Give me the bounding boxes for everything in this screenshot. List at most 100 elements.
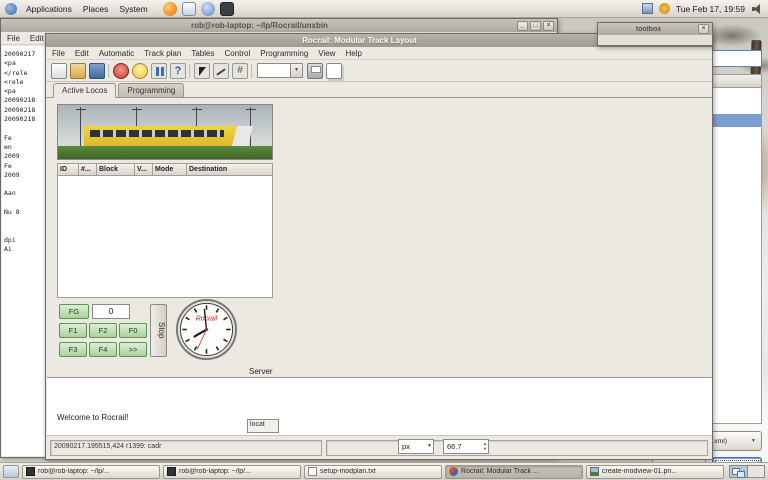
column-header[interactable]: ID xyxy=(57,163,79,176)
status-cell xyxy=(326,440,708,456)
function-button[interactable]: >> xyxy=(119,342,147,357)
tab[interactable]: Active Locos xyxy=(53,83,116,98)
column-header[interactable]: V... xyxy=(135,163,153,176)
bottom-taskbar: rob@rob-laptop: ~/lp/... rob@rob-laptop:… xyxy=(0,462,768,480)
tab-label: Programming xyxy=(127,86,175,95)
terminal-launcher-icon[interactable] xyxy=(220,2,234,16)
workspace-1[interactable] xyxy=(730,466,747,477)
taskbar-item-label: rob@rob-laptop: ~/lp/... xyxy=(38,468,110,475)
function-button[interactable]: F3 xyxy=(59,342,87,357)
taskbar-item[interactable]: setup-modplan.txt xyxy=(304,465,442,479)
maximize-icon[interactable]: □ xyxy=(530,21,541,31)
pause-icon[interactable] xyxy=(151,63,167,79)
network-icon[interactable] xyxy=(642,3,653,14)
notification-icon[interactable] xyxy=(659,3,670,14)
panel-launchers xyxy=(163,2,234,16)
clock-brand-text: Rocrail xyxy=(196,316,218,323)
chevron-down-icon: ▼ xyxy=(751,438,756,444)
rocrail-menubar: File Edit Automatic Track plan Tables Control… xyxy=(46,47,712,60)
panel-tray: Tue Feb 17, 19:59 xyxy=(642,3,763,15)
zoom-field[interactable]: 66.7 ▲▼ xyxy=(443,439,489,454)
copy-icon[interactable] xyxy=(326,63,342,79)
unit-combobox[interactable]: px ▼ xyxy=(398,439,434,454)
show-desktop-icon[interactable] xyxy=(3,465,19,478)
panel-menu[interactable]: Applications xyxy=(26,4,72,14)
column-header[interactable]: Destination xyxy=(187,163,273,176)
function-button[interactable]: F4 xyxy=(89,342,117,357)
column-header[interactable]: Mode xyxy=(153,163,187,176)
close-icon[interactable]: × xyxy=(698,24,709,34)
menu-item[interactable]: File xyxy=(7,34,20,43)
grid-icon[interactable] xyxy=(232,63,248,79)
volume-icon[interactable] xyxy=(751,3,763,15)
rocrail-icon xyxy=(449,467,458,476)
help-icon[interactable] xyxy=(201,2,215,16)
menu-item[interactable]: Automatic xyxy=(99,49,135,58)
zoom-combobox[interactable]: ▼ xyxy=(257,63,303,78)
server-log-area[interactable]: Welcome to Rocrail! xyxy=(47,377,712,436)
loco-table-body[interactable] xyxy=(57,176,273,298)
function-button[interactable]: F1 xyxy=(59,323,87,338)
taskbar-item[interactable]: rob@rob-laptop: ~/lp/... xyxy=(22,465,160,479)
function-button[interactable]: F0 xyxy=(119,323,147,338)
welcome-message: Welcome to Rocrail! xyxy=(57,413,128,422)
taskbar-item[interactable]: create-modview-01.pn... xyxy=(586,465,724,479)
firefox-icon[interactable] xyxy=(163,2,177,16)
close-icon[interactable]: × xyxy=(543,21,554,31)
toolbar-group xyxy=(307,63,342,79)
new-icon[interactable] xyxy=(51,63,67,79)
power-icon[interactable] xyxy=(113,63,129,79)
track-icon[interactable] xyxy=(213,63,229,79)
speed-value-field[interactable]: 0 xyxy=(92,304,130,319)
menu-item[interactable]: Help xyxy=(345,49,361,58)
catenary-pole xyxy=(80,107,81,148)
menu-item[interactable]: Control xyxy=(224,49,250,58)
column-header[interactable]: #... xyxy=(79,163,97,176)
menu-item[interactable]: Track plan xyxy=(144,49,181,58)
menu-item[interactable]: Tables xyxy=(191,49,214,58)
column-header-label: Mode xyxy=(155,166,173,173)
toolbox-titlebar[interactable]: toolbox × xyxy=(598,23,712,35)
menu-item[interactable]: Edit xyxy=(75,49,89,58)
menu-item[interactable]: File xyxy=(52,49,65,58)
menu-item[interactable]: Edit xyxy=(30,34,44,43)
save-icon[interactable] xyxy=(89,63,105,79)
spinner-arrows-icon: ▲▼ xyxy=(483,441,487,451)
lamp-icon[interactable] xyxy=(132,63,148,79)
separator xyxy=(251,64,253,78)
terminal-icon xyxy=(26,467,35,476)
menu-item[interactable]: View xyxy=(318,49,335,58)
pointer-icon[interactable] xyxy=(194,63,210,79)
tab[interactable]: Programming xyxy=(118,83,184,97)
function-button[interactable]: F2 xyxy=(89,323,117,338)
email-icon[interactable] xyxy=(182,2,196,16)
open-icon[interactable] xyxy=(70,63,86,79)
panel-menu[interactable]: System xyxy=(119,4,147,14)
column-header-label: V... xyxy=(137,166,147,173)
panel-menu[interactable]: Places xyxy=(83,4,109,14)
terminal-titlebar[interactable]: rob@rob-laptop: ~/lp/Rocrail/unxbin _ □ … xyxy=(1,19,557,32)
workspace-2[interactable] xyxy=(747,466,764,477)
printer-icon[interactable] xyxy=(307,63,323,79)
panel-menus: Applications Places System xyxy=(26,4,148,14)
server-pane-label: Server xyxy=(249,367,273,376)
toolbox-window: toolbox × xyxy=(597,22,713,46)
column-header[interactable]: Block xyxy=(97,163,135,176)
panel-clock[interactable]: Tue Feb 17, 19:59 xyxy=(676,4,745,14)
question-icon[interactable] xyxy=(170,63,186,79)
stop-button[interactable]: Stop xyxy=(150,304,167,357)
terminal-title: rob@rob-laptop: ~/lp/Rocrail/unxbin xyxy=(3,21,516,30)
loco-table-header: ID#...BlockV... Mode Destination xyxy=(57,163,273,176)
gnome-menu-icon[interactable] xyxy=(5,3,17,15)
function-button-label: F4 xyxy=(99,345,108,354)
function-buttons: F1F2F0 F3 F4 >> xyxy=(59,323,147,357)
photo-grass xyxy=(58,146,272,159)
menu-item[interactable]: Programming xyxy=(260,49,308,58)
tab-label: Active Locos xyxy=(62,86,107,95)
chevron-down-icon: ▼ xyxy=(290,64,302,77)
taskbar-item[interactable]: Rocrail: Modular Track ... xyxy=(445,465,583,479)
workspace-switcher[interactable] xyxy=(729,465,765,478)
fg-button[interactable]: FG xyxy=(59,304,89,319)
minimize-icon[interactable]: _ xyxy=(517,21,528,31)
taskbar-item[interactable]: rob@rob-laptop: ~/lp/... xyxy=(163,465,301,479)
